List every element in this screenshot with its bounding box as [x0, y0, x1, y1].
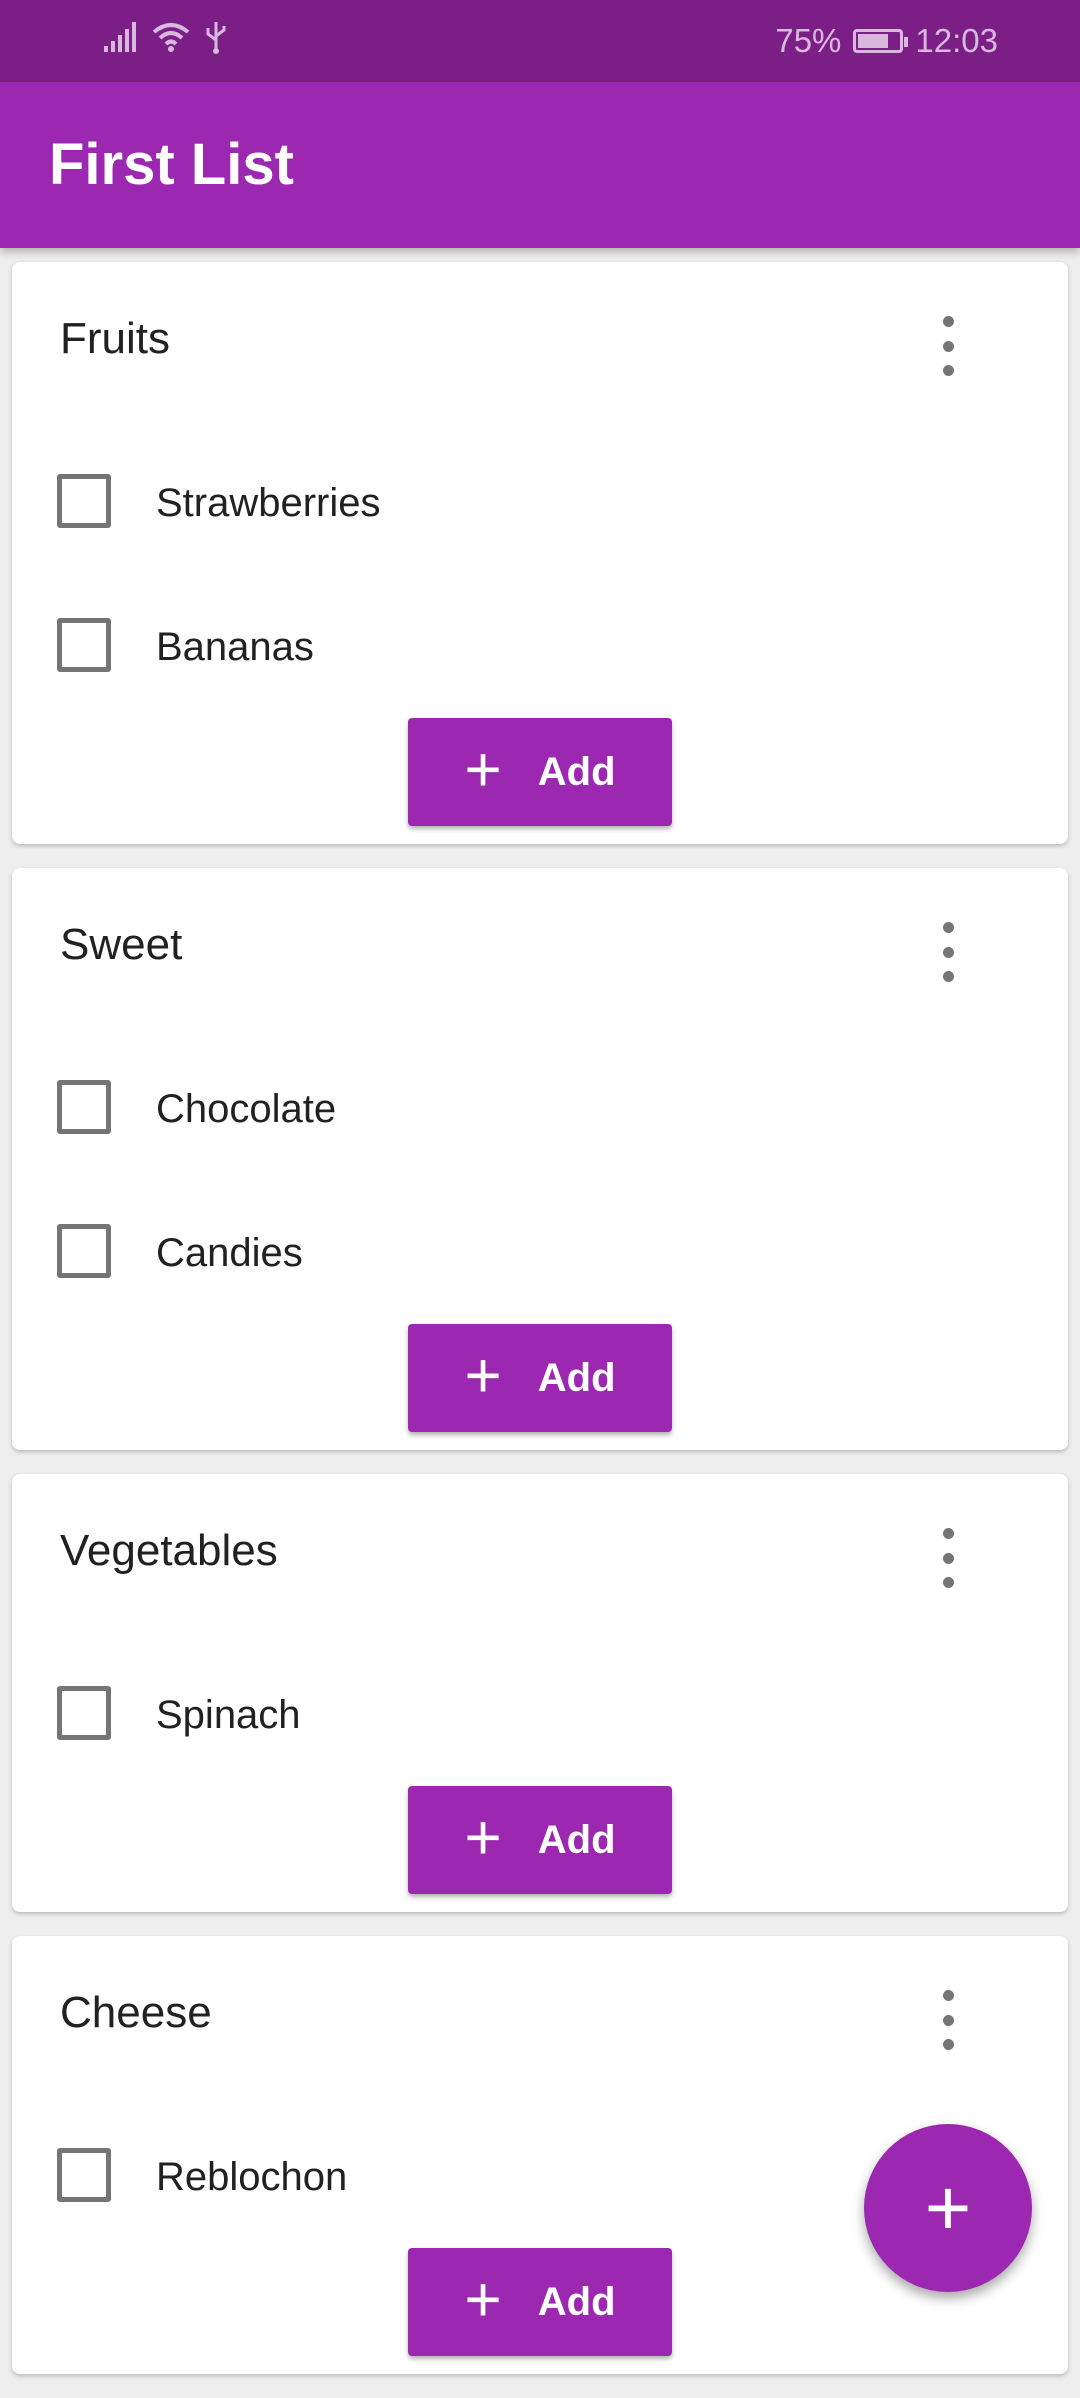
add-item-button[interactable]: + Add	[408, 1324, 672, 1432]
list-item: Chocolate	[12, 1036, 1068, 1180]
usb-icon	[204, 20, 228, 59]
item-label: Strawberries	[156, 481, 381, 525]
item-checkbox[interactable]	[57, 2148, 111, 2202]
add-list-fab[interactable]: +	[864, 2124, 1032, 2292]
app-bar: First List	[0, 82, 1080, 248]
add-button-label: Add	[537, 1355, 616, 1400]
plus-icon: +	[464, 1339, 502, 1411]
more-options-button[interactable]	[928, 922, 968, 982]
item-checkbox[interactable]	[57, 474, 111, 528]
card-title: Sweet	[60, 920, 183, 969]
list-card-fruits: Fruits Strawberries Bananas + Add	[12, 262, 1068, 844]
status-icons-right: 75% 12:03	[775, 0, 998, 82]
item-label: Bananas	[156, 625, 314, 669]
add-row: + Add	[12, 1324, 1068, 1432]
list-item: Spinach	[12, 1642, 1068, 1786]
plus-icon: +	[464, 2263, 502, 2335]
item-checkbox[interactable]	[57, 1686, 111, 1740]
add-row: + Add	[12, 718, 1068, 826]
item-label: Spinach	[156, 1693, 301, 1737]
list-card-vegetables: Vegetables Spinach + Add	[12, 1474, 1068, 1912]
plus-icon: +	[924, 2163, 972, 2252]
more-vert-icon	[942, 922, 954, 933]
more-options-button[interactable]	[928, 1528, 968, 1588]
status-icons-left	[104, 20, 228, 59]
plus-icon: +	[464, 733, 502, 805]
status-bar: 75% 12:03	[0, 0, 1080, 82]
list-item: Bananas	[12, 574, 1068, 718]
item-label: Reblochon	[156, 2155, 348, 2199]
more-options-button[interactable]	[928, 316, 968, 376]
card-header: Cheese	[12, 1936, 1068, 2104]
list-item: Candies	[12, 1180, 1068, 1324]
item-checkbox[interactable]	[57, 1224, 111, 1278]
signal-icon	[104, 22, 138, 57]
item-checkbox[interactable]	[57, 1080, 111, 1134]
clock: 12:03	[915, 22, 998, 59]
add-button-label: Add	[537, 749, 616, 794]
more-vert-icon	[942, 316, 954, 327]
battery-percent: 75%	[775, 22, 842, 59]
page-title: First List	[49, 132, 294, 197]
list-item: Strawberries	[12, 430, 1068, 574]
card-title: Fruits	[60, 314, 170, 363]
item-label: Chocolate	[156, 1087, 337, 1131]
card-header: Fruits	[12, 262, 1068, 430]
more-options-button[interactable]	[928, 1990, 968, 2050]
add-row: + Add	[12, 1786, 1068, 1894]
wifi-icon	[152, 22, 190, 57]
add-button-label: Add	[537, 2279, 616, 2324]
card-title: Vegetables	[60, 1526, 278, 1575]
battery-level	[858, 34, 889, 48]
add-item-button[interactable]: + Add	[408, 1786, 672, 1894]
item-checkbox[interactable]	[57, 618, 111, 672]
more-vert-icon	[942, 1990, 954, 2001]
card-title: Cheese	[60, 1988, 212, 2037]
plus-icon: +	[464, 1801, 502, 1873]
list-card-sweet: Sweet Chocolate Candies + Add	[12, 868, 1068, 1450]
card-header: Vegetables	[12, 1474, 1068, 1642]
add-button-label: Add	[537, 1817, 616, 1862]
battery-charging-icon	[853, 29, 909, 53]
more-vert-icon	[942, 1528, 954, 1539]
add-item-button[interactable]: + Add	[408, 718, 672, 826]
card-header: Sweet	[12, 868, 1068, 1036]
list-container: Fruits Strawberries Bananas + Add Sweet	[12, 262, 1068, 2398]
item-label: Candies	[156, 1231, 303, 1275]
